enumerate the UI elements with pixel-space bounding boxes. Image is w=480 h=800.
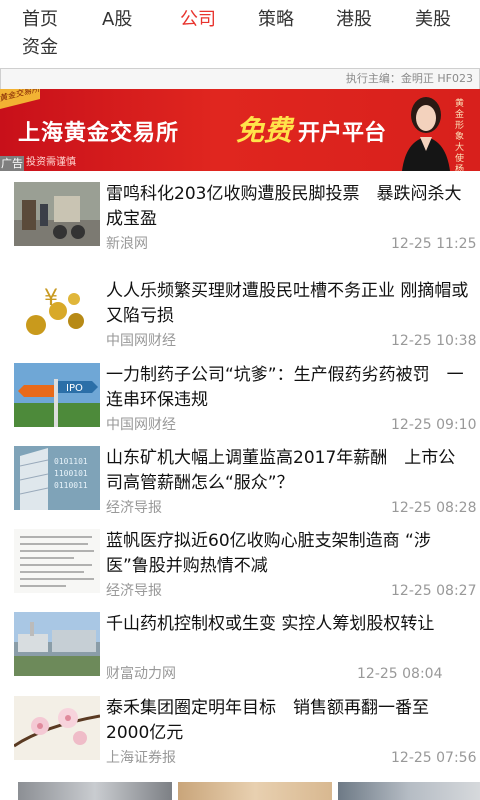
banner-disclaimer: 投资需谨慎 bbox=[26, 157, 76, 168]
banner-title: 上海黄金交易所 bbox=[18, 121, 180, 146]
svg-text:1100101: 1100101 bbox=[54, 469, 88, 478]
flower-image bbox=[14, 696, 100, 760]
tab-us-stocks[interactable]: 美股 bbox=[415, 8, 451, 32]
news-time: 12-25 08:04 bbox=[357, 666, 443, 682]
news-item[interactable]: 0101101 1100101 0110011 山东矿机大幅上调董监高2017年… bbox=[0, 446, 480, 518]
svg-text:¥: ¥ bbox=[44, 286, 58, 311]
news-item[interactable]: IPO 一力制药子公司“坑爹”：生产假药劣药被罚 一连串环保违规 中国网财经 1… bbox=[0, 363, 480, 435]
factory-image bbox=[14, 612, 100, 676]
news-title: 一力制药子公司“坑爹”：生产假药劣药被罚 一连串环保违规 bbox=[106, 365, 464, 410]
thumbnail-image bbox=[178, 782, 332, 800]
street-vendor-image bbox=[14, 182, 100, 246]
banner-free-text: 免费 bbox=[236, 114, 293, 147]
news-source: 新浪网 bbox=[106, 236, 148, 252]
news-time: 12-25 11:25 bbox=[391, 236, 477, 252]
news-title: 雷鸣科化203亿收购遭股民脚投票 暴跌闷杀大成宝盈 bbox=[106, 184, 462, 229]
news-title: 山东矿机大幅上调董监高2017年薪酬 上市公司高管薪酬怎么“服众”？ bbox=[106, 448, 456, 493]
category-nav: 首页 A股 公司 策略 港股 美股 资金 bbox=[0, 0, 480, 66]
tab-company[interactable]: 公司 bbox=[180, 8, 216, 32]
ipo-signpost-image: IPO bbox=[14, 363, 100, 427]
svg-text:0101101: 0101101 bbox=[54, 457, 88, 466]
tab-funds[interactable]: 资金 bbox=[22, 36, 58, 60]
tab-a-shares[interactable]: A股 bbox=[102, 8, 132, 32]
ad-badge: 广告 bbox=[0, 156, 24, 171]
news-time: 12-25 08:27 bbox=[391, 583, 477, 599]
tab-home[interactable]: 首页 bbox=[22, 8, 58, 32]
news-time: 12-25 09:10 bbox=[391, 417, 477, 433]
news-time: 12-25 08:28 bbox=[391, 500, 477, 516]
spokesperson-image bbox=[398, 91, 454, 171]
editor-credit: 执行主编：金明正 HF023 bbox=[345, 72, 473, 85]
news-time: 12-25 10:38 bbox=[391, 333, 477, 349]
document-image bbox=[14, 529, 100, 593]
news-title: 千山药机控制权或生变 实控人筹划股权转让 bbox=[106, 614, 435, 634]
news-source: 经济导报 bbox=[106, 583, 162, 599]
next-row-thumbnails bbox=[0, 782, 480, 800]
gold-coins-image: ¥ bbox=[14, 279, 100, 343]
news-source: 中国网财经 bbox=[106, 417, 176, 433]
ad-banner[interactable]: 黄金交易所 上海黄金交易所 免费 开户平台 黄金形象大使 杨 投资需谨慎 bbox=[0, 89, 480, 171]
news-title: 蓝帆医疗拟近60亿收购心脏支架制造商 “涉医”鲁股并购热情不减 bbox=[106, 531, 431, 576]
banner-tag: 黄金交易所 bbox=[0, 89, 40, 109]
news-item[interactable]: 千山药机控制权或生变 实控人筹划股权转让 财富动力网 12-25 08:04 bbox=[0, 612, 480, 684]
building-binary-image: 0101101 1100101 0110011 bbox=[14, 446, 100, 510]
news-item[interactable]: 蓝帆医疗拟近60亿收购心脏支架制造商 “涉医”鲁股并购热情不减 经济导报 12-… bbox=[0, 529, 480, 601]
news-source: 财富动力网 bbox=[106, 666, 176, 682]
news-time: 12-25 07:56 bbox=[391, 750, 477, 766]
tab-hk-stocks[interactable]: 港股 bbox=[336, 8, 372, 32]
news-item[interactable]: ¥ 人人乐频繁买理财遭股民吐槽不务正业 刚摘帽或又陷亏损 中国网财经 12-25… bbox=[0, 279, 480, 355]
banner-side-text: 黄金形象大使 杨 bbox=[455, 99, 465, 171]
news-title: 人人乐频繁买理财遭股民吐槽不务正业 刚摘帽或又陷亏损 bbox=[106, 281, 469, 326]
banner-platform-text: 开户平台 bbox=[298, 121, 387, 146]
tab-strategy[interactable]: 策略 bbox=[258, 8, 294, 32]
news-source: 经济导报 bbox=[106, 500, 162, 516]
thumbnail-image bbox=[18, 782, 172, 800]
editor-credit-bar: 执行主编：金明正 HF023 bbox=[0, 68, 480, 90]
news-item[interactable]: 雷鸣科化203亿收购遭股民脚投票 暴跌闷杀大成宝盈 新浪网 12-25 11:2… bbox=[0, 182, 480, 266]
svg-text:0110011: 0110011 bbox=[54, 481, 88, 490]
news-source: 中国网财经 bbox=[106, 333, 176, 349]
news-title: 泰禾集团圈定明年目标 销售额再翻一番至2000亿元 bbox=[106, 698, 429, 743]
news-source: 上海证券报 bbox=[106, 750, 176, 766]
svg-text:IPO: IPO bbox=[66, 383, 83, 394]
thumbnail-image bbox=[338, 782, 480, 800]
news-item[interactable]: 泰禾集团圈定明年目标 销售额再翻一番至2000亿元 上海证券报 12-25 07… bbox=[0, 696, 480, 772]
